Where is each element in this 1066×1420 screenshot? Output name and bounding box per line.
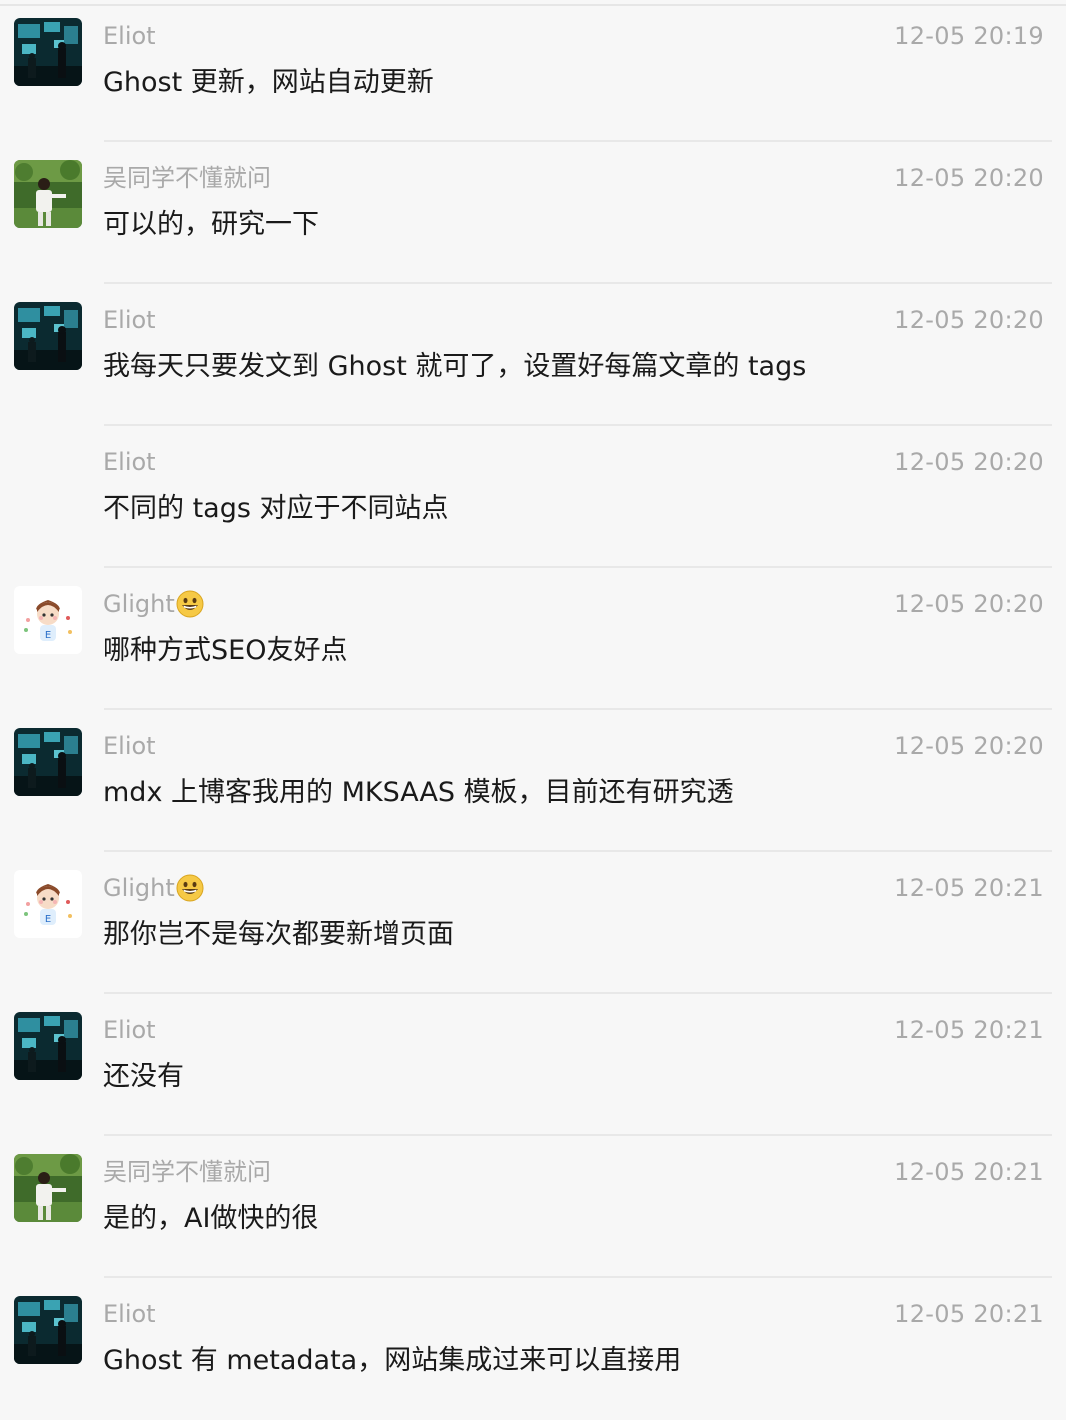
glight-avatar[interactable]: E [14,586,82,654]
wu-avatar[interactable] [14,1154,82,1222]
message-item[interactable]: E Glight 12-05 20:21 那你岂不是每次都要新增页面 [0,852,1066,994]
message-timestamp: 12-05 20:20 [894,732,1044,760]
message-item[interactable]: Eliot 12-05 20:19 Ghost 更新，网站自动更新 [0,0,1066,142]
message-timestamp: 12-05 20:20 [894,164,1044,192]
eliot-avatar[interactable] [14,728,82,796]
svg-text:E: E [45,630,51,641]
message-timestamp: 12-05 20:19 [894,22,1044,50]
sender-name[interactable]: Glight [103,589,204,619]
message-item[interactable]: Eliot 12-05 20:20 不同的 tags 对应于不同站点 [0,426,1066,568]
eliot-avatar[interactable] [14,302,82,370]
eliot-avatar[interactable] [14,1296,82,1364]
message-item[interactable]: Eliot 12-05 20:20 我每天只要发文到 Ghost 就可了，设置好… [0,284,1066,426]
wu-avatar[interactable] [14,160,82,228]
sender-name[interactable]: Glight [103,873,204,903]
message-text: Ghost 有 metadata，网站集成过来可以直接用 [103,1345,682,1376]
message-timestamp: 12-05 20:20 [894,306,1044,334]
message-text: 不同的 tags 对应于不同站点 [103,493,449,524]
message-timestamp: 12-05 20:21 [894,1158,1044,1186]
message-text: Ghost 更新，网站自动更新 [103,67,434,98]
sender-name[interactable]: Eliot [103,21,156,51]
sender-name[interactable]: Eliot [103,1015,156,1045]
message-timestamp: 12-05 20:21 [894,1016,1044,1044]
sender-name[interactable]: Eliot [103,447,156,477]
message-timestamp: 12-05 20:20 [894,590,1044,618]
message-timestamp: 12-05 20:20 [894,448,1044,476]
message-item[interactable]: E Glight 12-05 20:20 哪种方式SEO友好点 [0,568,1066,710]
sender-name[interactable]: 吴同学不懂就问 [103,1157,271,1187]
message-item[interactable]: Eliot 12-05 20:21 Ghost 有 metadata，网站集成过… [0,1278,1066,1420]
message-timestamp: 12-05 20:21 [894,1300,1044,1328]
glight-avatar[interactable]: E [14,870,82,938]
message-item[interactable]: Eliot 12-05 20:20 mdx 上博客我用的 MKSAAS 模板，目… [0,710,1066,852]
message-text: mdx 上博客我用的 MKSAAS 模板，目前还有研究透 [103,777,734,808]
message-text: 那你岂不是每次都要新增页面 [103,919,454,950]
grinning-face-icon [176,874,204,902]
message-text: 还没有 [103,1061,184,1092]
grinning-face-icon [176,590,204,618]
sender-name[interactable]: Eliot [103,1299,156,1329]
eliot-avatar[interactable] [14,1012,82,1080]
message-text: 哪种方式SEO友好点 [103,635,348,666]
svg-text:E: E [45,914,51,925]
sender-name[interactable]: Eliot [103,731,156,761]
sender-name[interactable]: 吴同学不懂就问 [103,163,271,193]
message-text: 我每天只要发文到 Ghost 就可了，设置好每篇文章的 tags [103,351,807,382]
sender-name[interactable]: Eliot [103,305,156,335]
eliot-avatar[interactable] [14,18,82,86]
message-text: 是的，AI做快的很 [103,1203,319,1234]
message-item[interactable]: 吴同学不懂就问 12-05 20:21 是的，AI做快的很 [0,1136,1066,1278]
message-item[interactable]: Eliot 12-05 20:21 还没有 [0,994,1066,1136]
message-item[interactable]: 吴同学不懂就问 12-05 20:20 可以的，研究一下 [0,142,1066,284]
message-timestamp: 12-05 20:21 [894,874,1044,902]
message-text: 可以的，研究一下 [103,209,319,240]
